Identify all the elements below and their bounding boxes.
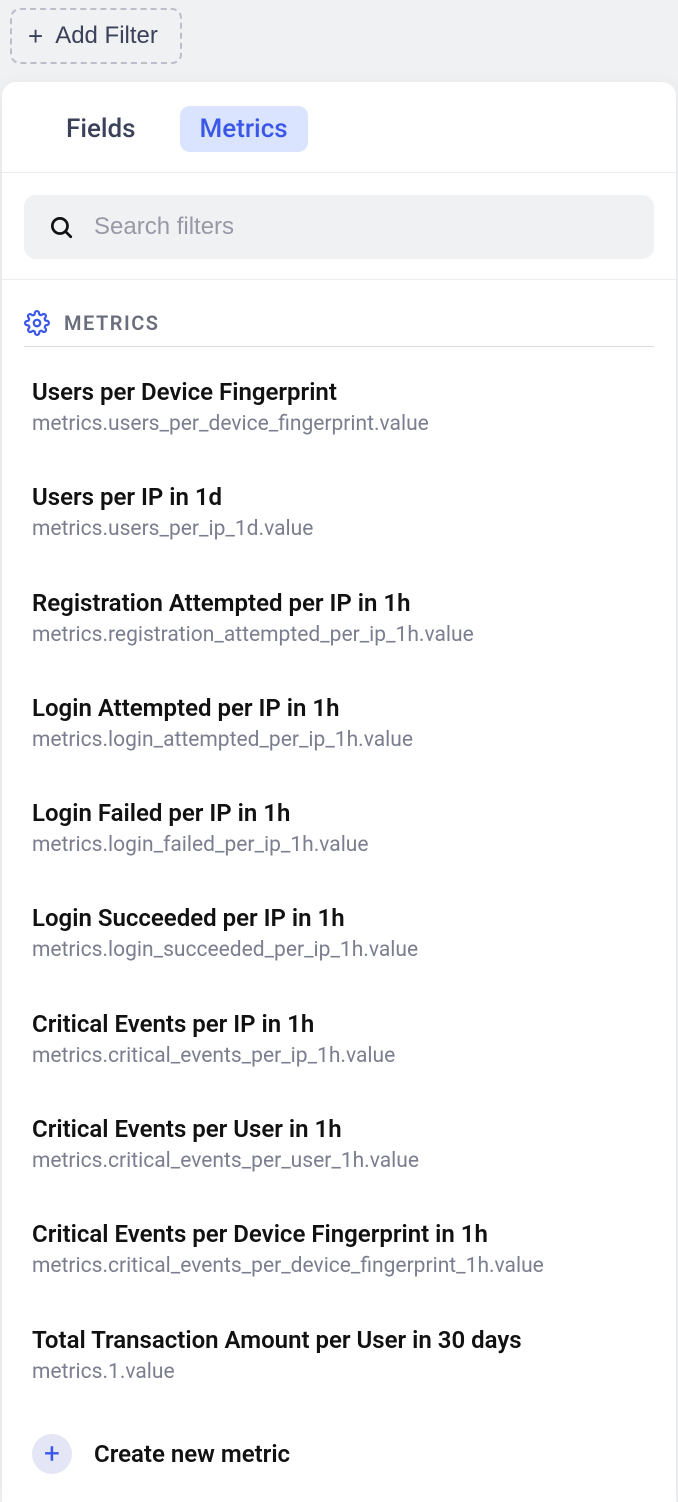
metric-path: metrics.1.value [32, 1359, 646, 1386]
gear-icon [24, 310, 50, 336]
tab-row: Fields Metrics [2, 82, 676, 173]
metric-item[interactable]: Users per Device Fingerprint metrics.user… [32, 377, 646, 482]
create-new-metric-button[interactable]: + Create new metric [2, 1430, 676, 1502]
metric-path: metrics.login_failed_per_ip_1h.value [32, 832, 646, 859]
plus-icon: + [28, 23, 43, 49]
metric-name: Total Transaction Amount per User in 30 … [32, 1325, 646, 1355]
metric-name: Login Failed per IP in 1h [32, 798, 646, 828]
metric-item[interactable]: Login Succeeded per IP in 1h metrics.logi… [32, 903, 646, 1008]
add-filter-button[interactable]: + Add Filter [10, 8, 182, 64]
tab-label: Metrics [200, 114, 288, 144]
search-input[interactable] [94, 213, 630, 241]
metric-list: Users per Device Fingerprint metrics.user… [2, 377, 676, 1430]
metric-name: Critical Events per IP in 1h [32, 1009, 646, 1039]
metric-path: metrics.registration_attempted_per_ip_1h… [32, 622, 646, 649]
metric-path: metrics.users_per_ip_1d.value [32, 516, 646, 543]
metric-name: Registration Attempted per IP in 1h [32, 588, 646, 618]
metric-item[interactable]: Login Attempted per IP in 1h metrics.logi… [32, 693, 646, 798]
section-header: METRICS [2, 280, 676, 346]
add-filter-label: Add Filter [55, 22, 158, 50]
metric-name: Users per IP in 1d [32, 482, 646, 512]
metric-item[interactable]: Critical Events per User in 1h metrics.cr… [32, 1114, 646, 1219]
search-wrap [2, 173, 676, 280]
metric-path: metrics.critical_events_per_ip_1h.value [32, 1043, 646, 1070]
metric-item[interactable]: Users per IP in 1d metrics.users_per_ip_1… [32, 482, 646, 587]
section-title: METRICS [64, 311, 160, 335]
metric-item[interactable]: Critical Events per Device Fingerprint i… [32, 1219, 646, 1324]
tab-fields[interactable]: Fields [46, 106, 156, 152]
metric-path: metrics.login_attempted_per_ip_1h.value [32, 727, 646, 754]
metric-name: Login Attempted per IP in 1h [32, 693, 646, 723]
tab-metrics[interactable]: Metrics [180, 106, 308, 152]
tab-label: Fields [66, 114, 136, 144]
search-box[interactable] [24, 195, 654, 259]
search-icon [48, 214, 74, 240]
section-divider [24, 346, 654, 347]
metric-item[interactable]: Critical Events per IP in 1h metrics.crit… [32, 1009, 646, 1114]
metric-item[interactable]: Login Failed per IP in 1h metrics.login_f… [32, 798, 646, 903]
metric-path: metrics.users_per_device_fingerprint.val… [32, 411, 646, 438]
metric-name: Critical Events per User in 1h [32, 1114, 646, 1144]
metric-name: Login Succeeded per IP in 1h [32, 903, 646, 933]
metric-item[interactable]: Registration Attempted per IP in 1h metri… [32, 588, 646, 693]
metric-name: Critical Events per Device Fingerprint i… [32, 1219, 646, 1249]
metric-path: metrics.critical_events_per_device_finge… [32, 1253, 646, 1280]
filter-dropdown-panel: Fields Metrics METRICS Users per Device … [2, 82, 676, 1502]
metric-path: metrics.login_succeeded_per_ip_1h.value [32, 937, 646, 964]
metric-item[interactable]: Total Transaction Amount per User in 30 … [32, 1325, 646, 1430]
metric-path: metrics.critical_events_per_user_1h.valu… [32, 1148, 646, 1175]
metric-name: Users per Device Fingerprint [32, 377, 646, 407]
